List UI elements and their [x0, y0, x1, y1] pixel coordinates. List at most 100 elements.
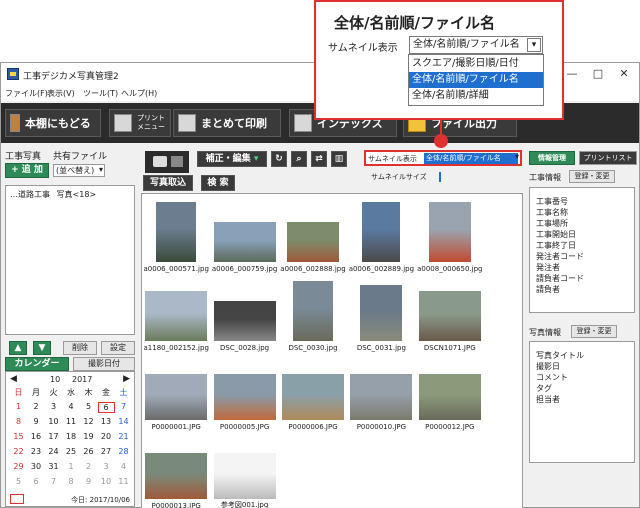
- calendar-day[interactable]: 22: [10, 447, 27, 456]
- photo-thumbnail[interactable]: P0000013.JPG: [142, 433, 210, 508]
- tab-construction-photos[interactable]: 工事写真: [5, 149, 41, 162]
- construction-register-button[interactable]: 登録・変更: [569, 170, 615, 183]
- tab-info-management[interactable]: 情報管理: [529, 151, 575, 165]
- calendar-day[interactable]: 3: [45, 402, 62, 411]
- camera-icon[interactable]: [145, 151, 189, 173]
- menu-view[interactable]: 表示(V): [47, 88, 75, 99]
- calendar-day[interactable]: 14: [115, 417, 132, 426]
- calendar-day[interactable]: 3: [98, 462, 115, 471]
- settings-button[interactable]: 設定: [101, 341, 135, 355]
- photo-thumbnail[interactable]: DSC_0030.jpg: [279, 275, 347, 352]
- calendar-day[interactable]: 5: [10, 477, 27, 486]
- calendar-day[interactable]: 1: [10, 402, 27, 411]
- photo-thumbnail[interactable]: a0006_000571.jpg: [142, 196, 210, 273]
- photo-thumbnail[interactable]: DSCN1071.JPG: [416, 275, 484, 352]
- photo-thumbnail[interactable]: a0006_000759.jpg: [210, 196, 278, 273]
- close-button[interactable]: ✕: [611, 66, 637, 82]
- photo-thumbnail[interactable]: P0000005.JPG: [210, 354, 278, 431]
- move-up-button[interactable]: ▲: [9, 341, 27, 355]
- calendar-day[interactable]: 1: [63, 462, 80, 471]
- calendar-day[interactable]: 7: [115, 402, 132, 411]
- calendar-day[interactable]: 25: [63, 447, 80, 456]
- calendar-day[interactable]: 11: [115, 477, 132, 486]
- calendar-day[interactable]: 5: [80, 402, 97, 411]
- photo-thumbnail[interactable]: a0006_002889.jpg: [347, 196, 415, 273]
- menu-help[interactable]: ヘルプ(H): [121, 88, 157, 99]
- calendar-day[interactable]: 6: [28, 477, 45, 486]
- add-button[interactable]: + 追 加: [5, 163, 49, 178]
- tab-shared-files[interactable]: 共有ファイル: [53, 149, 107, 162]
- edit-menu-button[interactable]: 補正・編集 ▾: [197, 151, 267, 167]
- photo-thumbnail[interactable]: a0008_000650.jpg: [416, 196, 484, 273]
- calendar-day[interactable]: 17: [45, 432, 62, 441]
- dropdown-option-full-name-file[interactable]: 全体/名前順/ファイル名: [409, 72, 543, 88]
- calendar-day[interactable]: 30: [28, 462, 45, 471]
- calendar-day[interactable]: 10: [98, 477, 115, 486]
- menu-tools[interactable]: ツール(T): [83, 88, 118, 99]
- calendar-day[interactable]: 13: [98, 417, 115, 426]
- maximize-button[interactable]: □: [585, 66, 611, 82]
- calendar-day[interactable]: 4: [115, 462, 132, 471]
- trash-icon[interactable]: ▥: [331, 151, 347, 167]
- search-button[interactable]: 検 索: [201, 175, 235, 191]
- move-down-button[interactable]: ▼: [33, 341, 51, 355]
- calendar-day[interactable]: 29: [10, 462, 27, 471]
- calendar-day[interactable]: 23: [28, 447, 45, 456]
- photo-register-button[interactable]: 登録・変更: [571, 325, 617, 338]
- tree-item-road-work[interactable]: …道路工事 写真<18>: [10, 189, 96, 200]
- calendar-day[interactable]: 28: [115, 447, 132, 456]
- calendar-day[interactable]: 8: [10, 417, 27, 426]
- calendar-day[interactable]: 9: [80, 477, 97, 486]
- calendar-day[interactable]: 2: [80, 462, 97, 471]
- sort-select[interactable]: (並べ替え) ▾: [53, 164, 105, 177]
- photo-thumbnail[interactable]: 参考図001.jpg: [210, 433, 278, 508]
- photo-thumbnail[interactable]: P0000012.JPG: [416, 354, 484, 431]
- calendar-day[interactable]: 15: [10, 432, 27, 441]
- photo-thumbnail[interactable]: P0000006.JPG: [279, 354, 347, 431]
- photo-import-button[interactable]: 写真取込: [143, 175, 193, 191]
- calendar-day[interactable]: 11: [63, 417, 80, 426]
- print-menu-button[interactable]: プリント メニュー: [109, 109, 171, 137]
- photo-thumbnail[interactable]: P0000010.JPG: [347, 354, 415, 431]
- thumbnail-size-slider[interactable]: [439, 172, 441, 182]
- calendar-day[interactable]: 4: [63, 402, 80, 411]
- zoom-icon[interactable]: ⌕: [291, 151, 307, 167]
- calendar-day[interactable]: 6: [97, 402, 115, 413]
- calendar-day[interactable]: 20: [98, 432, 115, 441]
- calendar-day[interactable]: 27: [98, 447, 115, 456]
- dropdown-option-square-date[interactable]: スクエア/撮影日順/日付: [409, 56, 543, 72]
- dropdown-option-full-name-detail[interactable]: 全体/名前順/詳細: [409, 88, 543, 104]
- calendar-day[interactable]: 2: [28, 402, 45, 411]
- shoot-date-button[interactable]: 撮影日付: [73, 357, 135, 371]
- calendar-day[interactable]: 16: [28, 432, 45, 441]
- calendar-day[interactable]: 9: [28, 417, 45, 426]
- next-month-icon[interactable]: ▶: [123, 374, 130, 384]
- photo-thumbnail[interactable]: a0006_002888.jpg: [279, 196, 347, 273]
- rotate-icon[interactable]: ↻: [271, 151, 287, 167]
- photo-thumbnail[interactable]: a1180_002152.jpg: [142, 275, 210, 352]
- calendar-day[interactable]: 10: [45, 417, 62, 426]
- calendar-day[interactable]: 12: [80, 417, 97, 426]
- calendar-day[interactable]: 8: [63, 477, 80, 486]
- photo-thumbnail[interactable]: DSC_0028.jpg: [210, 275, 278, 352]
- photo-thumbnail[interactable]: DSC_0031.jpg: [347, 275, 415, 352]
- calendar-day[interactable]: 24: [45, 447, 62, 456]
- thumbnail-display-select[interactable]: 全体/名前順/ファイル名: [424, 153, 518, 164]
- back-to-shelf-button[interactable]: 本棚にもどる: [5, 109, 101, 137]
- calendar-day[interactable]: 19: [80, 432, 97, 441]
- batch-print-button[interactable]: まとめて印刷: [173, 109, 281, 137]
- calendar-day[interactable]: 21: [115, 432, 132, 441]
- tab-print-list[interactable]: プリントリスト: [579, 151, 637, 165]
- delete-button[interactable]: 削除: [63, 341, 97, 355]
- prev-month-icon[interactable]: ◀: [10, 374, 17, 384]
- calendar-day[interactable]: 18: [63, 432, 80, 441]
- swap-icon[interactable]: ⇄: [311, 151, 327, 167]
- calendar-day[interactable]: 7: [45, 477, 62, 486]
- calendar-day[interactable]: 26: [80, 447, 97, 456]
- chevron-down-icon[interactable]: ▾: [515, 152, 519, 161]
- calendar-button[interactable]: カレンダー: [5, 357, 69, 371]
- callout-select[interactable]: 全体/名前順/ファイル名 ▾: [409, 36, 543, 54]
- photo-thumbnail[interactable]: P0000001.JPG: [142, 354, 210, 431]
- calendar-day[interactable]: 31: [45, 462, 62, 471]
- menu-file[interactable]: ファイル(F): [5, 88, 48, 99]
